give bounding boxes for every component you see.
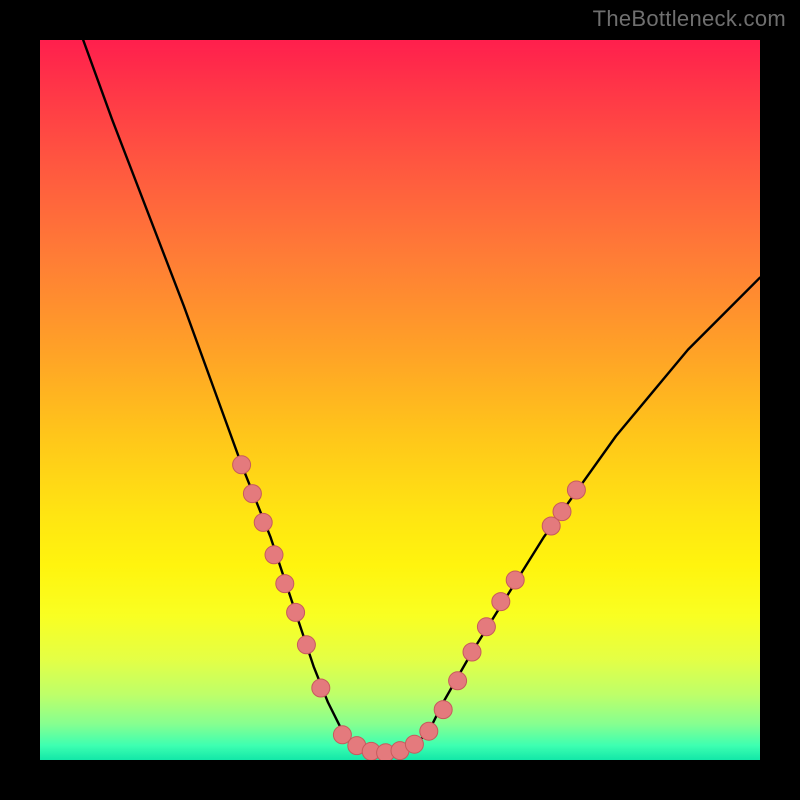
- floor-marker: [434, 701, 452, 719]
- right-marker: [449, 672, 467, 690]
- right-marker: [492, 593, 510, 611]
- chart-svg: [40, 40, 760, 760]
- left-marker: [297, 636, 315, 654]
- marker-layer: [233, 456, 586, 760]
- left-marker: [265, 546, 283, 564]
- right-marker: [567, 481, 585, 499]
- right-marker: [463, 643, 481, 661]
- left-marker: [276, 575, 294, 593]
- left-marker: [243, 485, 261, 503]
- left-marker: [287, 603, 305, 621]
- floor-marker: [405, 735, 423, 753]
- left-marker: [254, 513, 272, 531]
- chart-frame: TheBottleneck.com: [0, 0, 800, 800]
- left-marker: [233, 456, 251, 474]
- floor-marker: [420, 722, 438, 740]
- bottleneck-curve: [83, 40, 760, 753]
- watermark-text: TheBottleneck.com: [593, 6, 786, 32]
- right-marker: [553, 503, 571, 521]
- right-marker: [477, 618, 495, 636]
- left-marker: [312, 679, 330, 697]
- right-marker: [506, 571, 524, 589]
- plot-area: [40, 40, 760, 760]
